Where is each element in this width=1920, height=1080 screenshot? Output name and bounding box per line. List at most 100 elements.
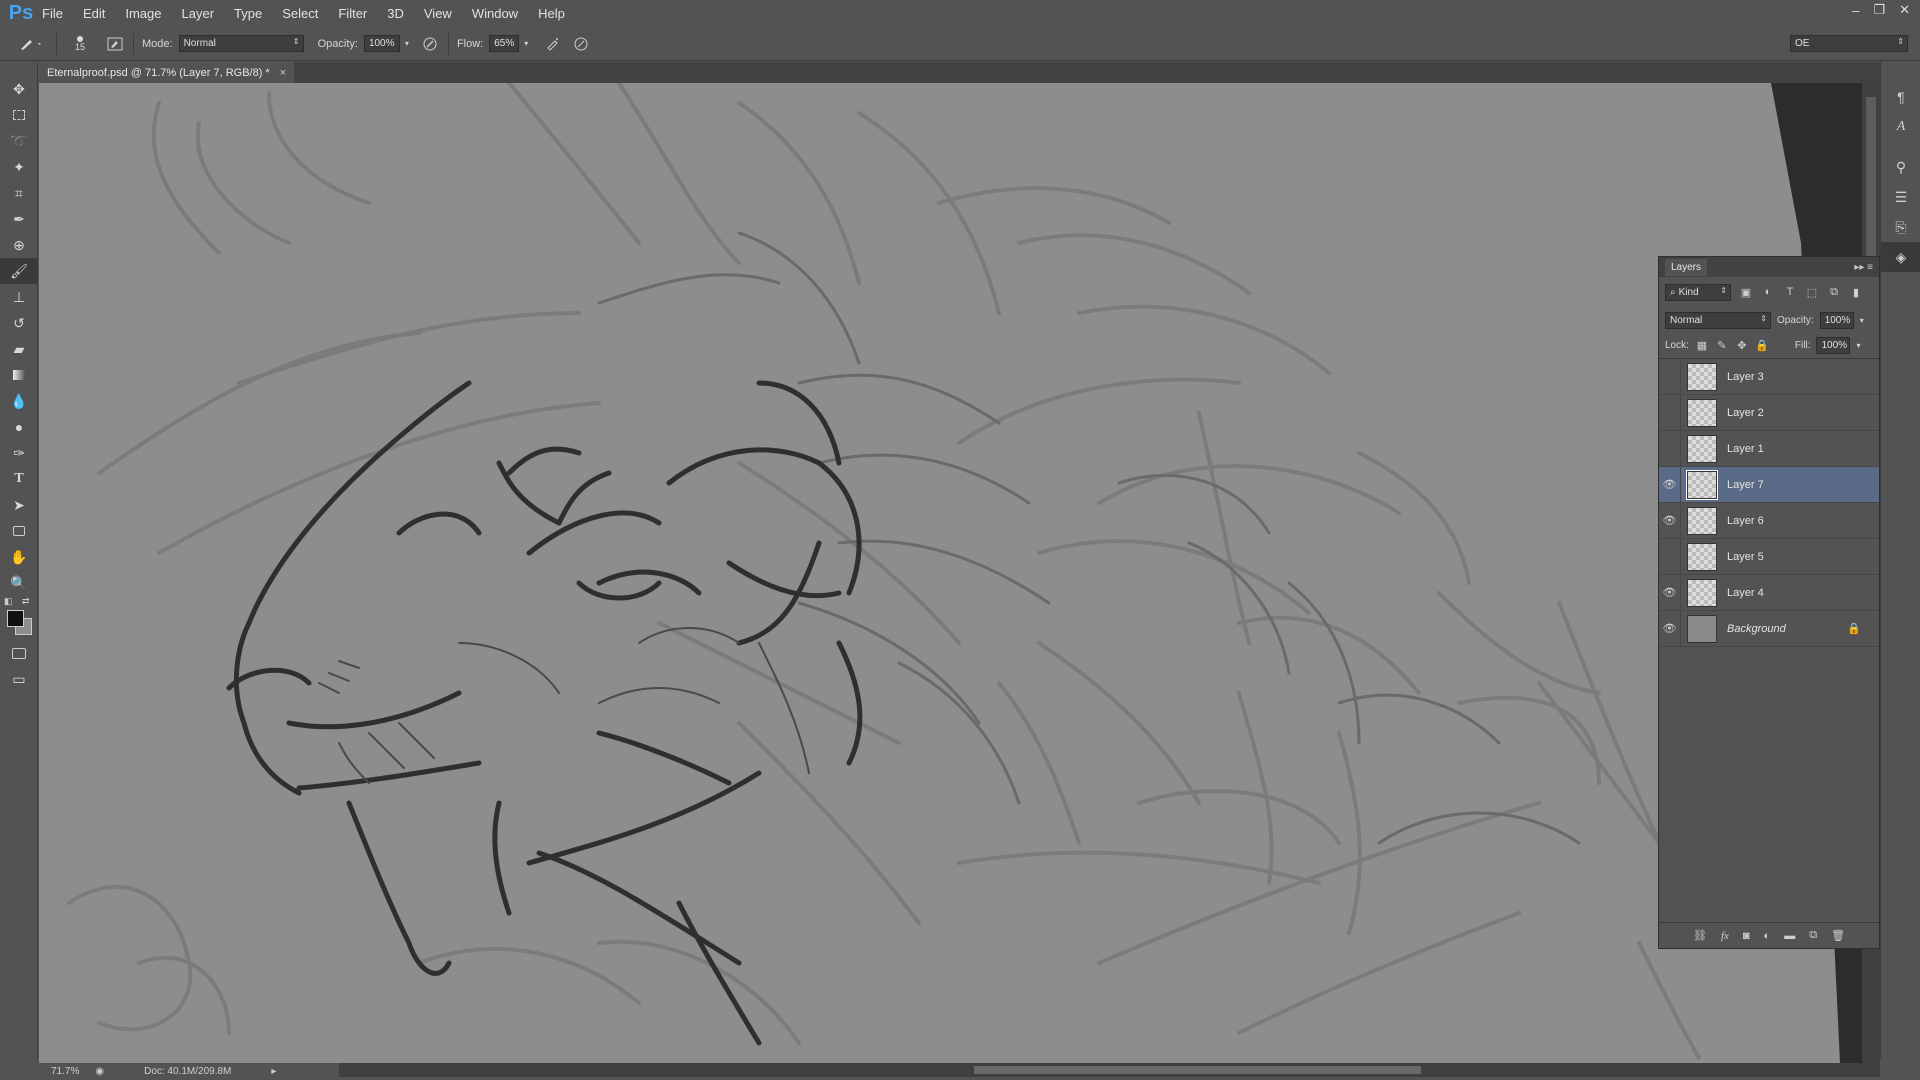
link-layers-icon[interactable]: ⛓ bbox=[1693, 929, 1707, 942]
type-tool[interactable]: T bbox=[0, 466, 38, 492]
lasso-tool[interactable]: ➰ bbox=[0, 128, 38, 154]
visibility-toggle[interactable]: 👁 bbox=[1659, 466, 1681, 503]
menu-help[interactable]: Help bbox=[538, 6, 565, 21]
move-tool[interactable]: ✥ bbox=[0, 76, 38, 102]
menu-view[interactable]: View bbox=[424, 6, 452, 21]
menu-layer[interactable]: Layer bbox=[182, 6, 215, 21]
layer-row[interactable]: 👁 Layer 6 bbox=[1659, 502, 1879, 539]
panel-options-icon[interactable]: ▸▸ ≡ bbox=[1854, 262, 1873, 273]
screen-mode-button[interactable]: ▭ bbox=[0, 666, 38, 692]
lock-transparent-icon[interactable]: ▦ bbox=[1695, 339, 1709, 353]
flow-dropdown[interactable]: ▾ bbox=[519, 34, 533, 54]
paragraph-panel-button[interactable]: ¶ bbox=[1881, 82, 1920, 112]
history-brush-tool[interactable]: ↺ bbox=[0, 310, 38, 336]
visibility-toggle[interactable] bbox=[1659, 394, 1681, 431]
chevron-down-icon[interactable]: ▾ bbox=[1856, 341, 1860, 350]
filter-smart-object-icon[interactable]: ⧉ bbox=[1827, 285, 1841, 299]
brush-panel-toggle[interactable] bbox=[105, 34, 125, 54]
swap-colors-icon[interactable]: ⇄ bbox=[22, 596, 30, 607]
shape-tool[interactable] bbox=[0, 518, 38, 544]
add-mask-icon[interactable]: ◙ bbox=[1743, 930, 1750, 942]
menu-file[interactable]: File bbox=[42, 6, 63, 21]
menu-type[interactable]: Type bbox=[234, 6, 262, 21]
menu-select[interactable]: Select bbox=[282, 6, 318, 21]
character-panel-button[interactable]: A bbox=[1881, 112, 1920, 142]
history-panel-button[interactable]: ⎘ bbox=[1881, 212, 1920, 242]
brush-preset-picker[interactable] bbox=[14, 34, 48, 54]
zoom-level[interactable]: 71.7% bbox=[51, 1066, 79, 1077]
lock-all-icon[interactable]: 🔒 bbox=[1755, 339, 1769, 353]
magic-wand-tool[interactable]: ✦ bbox=[0, 154, 38, 180]
crop-tool[interactable]: ⌗ bbox=[0, 180, 38, 206]
fill-input[interactable]: 100% bbox=[1816, 337, 1851, 354]
eyedropper-tool[interactable]: ✒ bbox=[0, 206, 38, 232]
workspace-select[interactable]: OE ⇕ bbox=[1790, 35, 1908, 52]
flow-input[interactable]: 65% bbox=[489, 35, 520, 52]
visibility-toggle[interactable] bbox=[1659, 430, 1681, 467]
blur-tool[interactable]: 💧 bbox=[0, 388, 38, 414]
adjustment-layer-icon[interactable]: ◐ bbox=[1764, 930, 1771, 942]
clone-stamp-tool[interactable]: ⊥ bbox=[0, 284, 38, 310]
menu-edit[interactable]: Edit bbox=[83, 6, 105, 21]
brush-presets-button[interactable]: ⚲ bbox=[1881, 152, 1920, 182]
menu-filter[interactable]: Filter bbox=[338, 6, 367, 21]
mode-select[interactable]: Normal ⇕ bbox=[178, 35, 304, 52]
filter-kind-select[interactable]: ⌕ Kind ⇕ bbox=[1665, 283, 1731, 301]
filter-adjustment-icon[interactable]: ◐ bbox=[1761, 285, 1775, 299]
brush-tool[interactable]: 🖌 bbox=[0, 258, 38, 284]
foreground-color-swatch[interactable] bbox=[7, 610, 24, 627]
pen-tool[interactable]: ✑ bbox=[0, 440, 38, 466]
quick-mask-button[interactable] bbox=[0, 640, 38, 666]
document-tab[interactable]: Eternalproof.psd @ 71.7% (Layer 7, RGB/8… bbox=[39, 62, 295, 83]
visibility-toggle[interactable]: 👁 bbox=[1659, 610, 1681, 647]
status-info-icon[interactable]: ◉ bbox=[95, 1066, 104, 1077]
close-button[interactable]: ✕ bbox=[1899, 2, 1910, 18]
marquee-tool[interactable] bbox=[0, 102, 38, 128]
layers-panel-button[interactable]: ◈ bbox=[1881, 242, 1920, 272]
canvas-area[interactable] bbox=[39, 83, 1880, 1063]
restore-button[interactable]: ❐ bbox=[1873, 2, 1885, 18]
layer-row-background[interactable]: 👁 Background 🔒 bbox=[1659, 610, 1879, 647]
visibility-toggle[interactable] bbox=[1659, 538, 1681, 575]
menu-window[interactable]: Window bbox=[472, 6, 518, 21]
trash-icon[interactable]: 🗑 bbox=[1831, 929, 1845, 942]
layer-style-fx-icon[interactable]: fx bbox=[1721, 930, 1729, 942]
visibility-toggle[interactable]: 👁 bbox=[1659, 502, 1681, 539]
zoom-tool[interactable]: 🔍 bbox=[0, 570, 38, 596]
new-group-folder-icon[interactable]: ▬ bbox=[1784, 930, 1795, 942]
airbrush-button[interactable] bbox=[543, 34, 563, 54]
pressure-opacity-button[interactable] bbox=[420, 34, 440, 54]
sketch-canvas[interactable] bbox=[39, 83, 1880, 1063]
lock-position-icon[interactable]: ✥ bbox=[1735, 339, 1749, 353]
new-layer-icon[interactable]: ⧉ bbox=[1809, 929, 1817, 942]
filter-shape-icon[interactable]: ⬚ bbox=[1805, 285, 1819, 299]
layer-row-selected[interactable]: 👁 Layer 7 bbox=[1659, 466, 1879, 503]
dodge-tool[interactable]: ● bbox=[0, 414, 38, 440]
filter-pixel-icon[interactable]: ▣ bbox=[1739, 285, 1753, 299]
visibility-toggle[interactable]: 👁 bbox=[1659, 574, 1681, 611]
menu-image[interactable]: Image bbox=[125, 6, 161, 21]
healing-brush-tool[interactable]: ⊕ bbox=[0, 232, 38, 258]
layer-blend-mode-select[interactable]: Normal ⇕ bbox=[1665, 311, 1771, 329]
chevron-down-icon[interactable]: ▾ bbox=[1860, 316, 1864, 325]
visibility-toggle[interactable] bbox=[1659, 358, 1681, 395]
layer-opacity-input[interactable]: 100% bbox=[1819, 311, 1854, 329]
horizontal-scroll-thumb[interactable] bbox=[974, 1066, 1421, 1074]
hand-tool[interactable]: ✋ bbox=[0, 544, 38, 570]
adjustments-panel-button[interactable]: ☰ bbox=[1881, 182, 1920, 212]
default-colors-icon[interactable]: ◧ bbox=[4, 596, 13, 607]
layer-row[interactable]: 👁 Layer 4 bbox=[1659, 574, 1879, 611]
layer-row[interactable]: Layer 5 bbox=[1659, 538, 1879, 575]
layers-tab[interactable]: Layers bbox=[1665, 258, 1708, 276]
status-menu-arrow-icon[interactable]: ▸ bbox=[271, 1066, 276, 1077]
layer-row[interactable]: Layer 3 bbox=[1659, 358, 1879, 395]
close-tab-icon[interactable]: × bbox=[280, 67, 286, 79]
filter-toggle-icon[interactable]: ▮ bbox=[1849, 285, 1863, 299]
brush-size-picker[interactable]: 15 bbox=[65, 31, 95, 57]
menu-3d[interactable]: 3D bbox=[387, 6, 404, 21]
opacity-input[interactable]: 100% bbox=[363, 35, 400, 52]
layer-row[interactable]: Layer 1 bbox=[1659, 430, 1879, 467]
layer-row[interactable]: Layer 2 bbox=[1659, 394, 1879, 431]
filter-type-icon[interactable]: T bbox=[1783, 285, 1797, 299]
lock-image-icon[interactable]: ✎ bbox=[1715, 339, 1729, 353]
